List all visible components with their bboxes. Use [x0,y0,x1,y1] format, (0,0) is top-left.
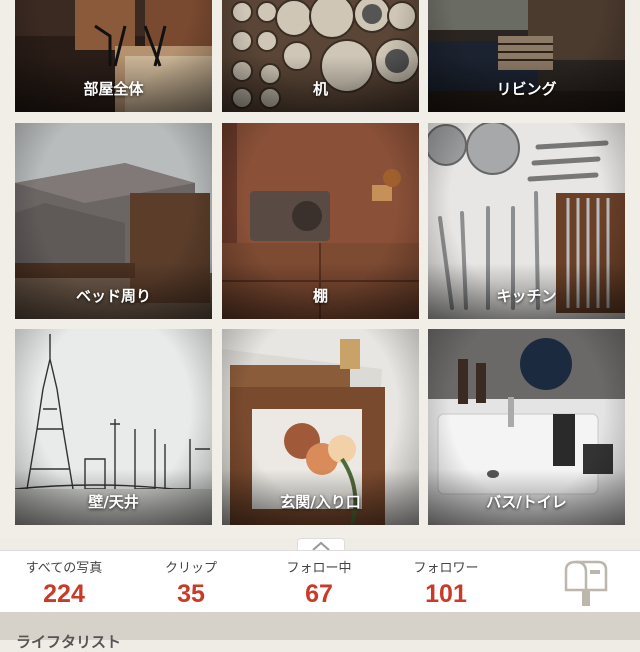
stat-all-photos[interactable]: すべての写真 224 [4,557,124,609]
tile-desk[interactable]: 机 [222,0,419,112]
photo-category-grid: 部屋全体 机 リビング ベッド周り 棚 キッチン 壁/天井 玄関/入り口 バス/… [0,0,640,538]
section-heading: ライフタリスト [16,633,122,651]
tile-label: ベッド周り [75,287,151,305]
stat-value: 224 [43,580,85,608]
tile-label: 玄関/入り口 [280,493,361,511]
stat-label: フォロー中 [286,561,352,576]
tile-label: キッチン [496,287,557,305]
tile-living[interactable]: リビング [428,0,625,112]
mailbox-button[interactable] [560,558,610,608]
tile-label: リビング [496,80,557,98]
stat-following[interactable]: フォロー中 67 [259,557,379,609]
tile-shelf[interactable]: 棚 [222,123,419,319]
tile-bed[interactable]: ベッド周り [15,123,212,319]
stat-value: 67 [305,580,333,608]
tile-room[interactable]: 部屋全体 [15,0,212,112]
tile-label: バス/トイレ [486,493,567,511]
tile-label: 壁/天井 [88,493,139,511]
stat-label: フォロワー [413,561,479,576]
tile-kitchen[interactable]: キッチン [428,123,625,319]
stat-value: 35 [177,580,205,608]
tile-wall[interactable]: 壁/天井 [15,329,212,525]
stat-clips[interactable]: クリップ 35 [131,557,251,609]
profile-stats-bar: すべての写真 224 クリップ 35 フォロー中 67 フォロワー 101 [0,550,640,613]
mailbox-icon [564,560,608,606]
tile-label: 棚 [312,287,328,305]
tile-entrance[interactable]: 玄関/入り口 [222,329,419,525]
stat-followers[interactable]: フォロワー 101 [386,557,506,609]
tile-label: 机 [312,80,328,98]
stat-label: クリップ [164,561,217,576]
tile-label: 部屋全体 [83,80,144,98]
stat-label: すべての写真 [25,561,103,576]
stat-value: 101 [425,580,467,608]
tile-bath[interactable]: バス/トイレ [428,329,625,525]
